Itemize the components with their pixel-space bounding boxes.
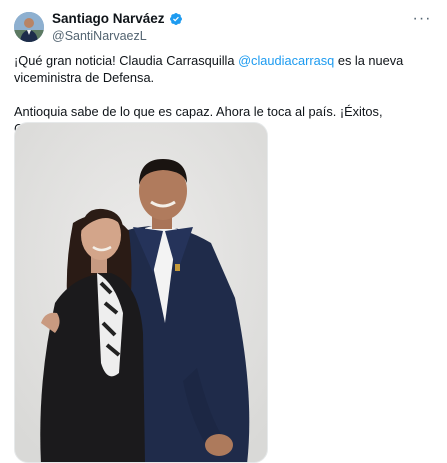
photo-two-people-embracing-icon <box>15 123 267 462</box>
tweet-photo[interactable] <box>14 122 268 463</box>
tweet-card[interactable]: Santiago Narváez @SantiNarvaezL ··· ¡Qué… <box>0 0 447 463</box>
verified-badge-icon <box>169 12 182 25</box>
profile-photo-icon <box>14 12 44 42</box>
tweet-line-1: ¡Qué gran noticia! Claudia Carrasquilla … <box>14 53 404 85</box>
more-horizontal-icon: ··· <box>412 10 432 27</box>
more-options-button[interactable]: ··· <box>411 10 433 28</box>
author-avatar[interactable] <box>14 12 44 42</box>
mention-link[interactable]: @claudiacarrasq <box>238 53 334 68</box>
author-handle[interactable]: @SantiNarvaezL <box>52 29 147 43</box>
author-display-name[interactable]: Santiago Narváez <box>52 11 165 26</box>
